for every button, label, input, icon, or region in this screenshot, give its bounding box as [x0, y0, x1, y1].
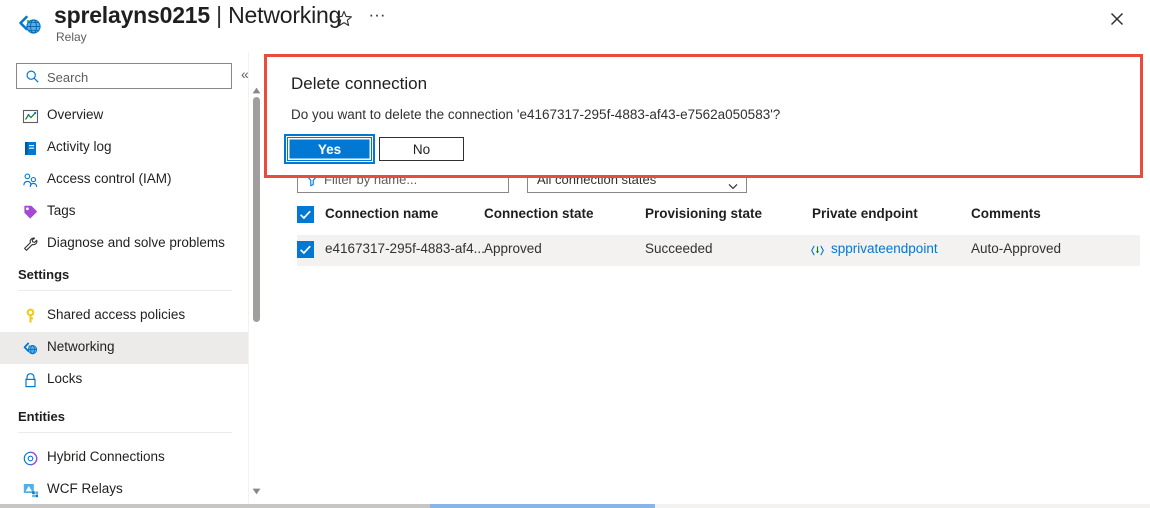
table-header-row: Connection name Connection state Provisi… — [297, 200, 1140, 232]
cell-connection-state: Approved — [484, 241, 542, 256]
relay-icon — [16, 10, 46, 40]
sidebar-item-label: Overview — [47, 107, 104, 122]
scrollbar-thumb[interactable] — [253, 97, 260, 322]
sidebar-item-locks[interactable]: Locks — [0, 364, 248, 396]
sidebar-divider — [18, 432, 232, 433]
sidebar-item-tags[interactable]: Tags — [0, 196, 248, 228]
hybrid-connections-icon — [22, 450, 39, 467]
sidebar-item-label: Networking — [47, 339, 115, 354]
networking-icon — [22, 340, 39, 357]
sidebar-item-wcf-relays[interactable]: WCF Relays — [0, 474, 248, 506]
dialog-message: Do you want to delete the connection 'e4… — [291, 107, 781, 122]
cell-private-endpoint-link[interactable]: spprivateendpoint — [831, 241, 938, 256]
close-icon[interactable] — [1105, 7, 1129, 31]
blade-header: sprelayns0215 | Networking Relay ··· — [0, 0, 1150, 52]
title-block: sprelayns0215 | Networking Relay — [54, 2, 341, 44]
sidebar-divider — [18, 290, 232, 291]
sidebar-scrollbar[interactable] — [248, 52, 263, 504]
horizontal-scrollbar-thumb[interactable] — [0, 504, 430, 508]
key-icon — [22, 308, 39, 325]
sidebar-item-access-control[interactable]: Access control (IAM) — [0, 164, 248, 196]
search-input[interactable] — [45, 64, 229, 90]
delete-connection-dialog: Delete connection Do you want to delete … — [264, 54, 1143, 178]
select-all-checkbox[interactable] — [297, 206, 314, 223]
sidebar-item-label: Diagnose and solve problems — [47, 235, 225, 250]
sidebar-item-label: Access control (IAM) — [47, 171, 172, 186]
search-box[interactable] — [16, 63, 232, 90]
cancel-no-button[interactable]: No — [379, 137, 464, 161]
sidebar-item-networking[interactable]: Networking — [0, 332, 248, 364]
wcf-relays-icon — [22, 482, 39, 499]
row-checkbox[interactable] — [297, 241, 314, 258]
horizontal-scrollbar-accent — [430, 504, 655, 508]
title-separator: | — [209, 2, 229, 28]
private-endpoint-icon — [810, 243, 825, 258]
lock-icon — [22, 372, 39, 389]
sidebar-item-label: Tags — [47, 203, 76, 218]
more-options-button[interactable]: ··· — [366, 6, 388, 30]
page-subtitle: Relay — [56, 30, 87, 44]
column-header-connection-name[interactable]: Connection name — [325, 206, 438, 221]
horizontal-scrollbar[interactable] — [0, 504, 1150, 508]
cell-connection-name: e4167317-295f-4883-af4... — [325, 241, 485, 256]
cell-comments: Auto-Approved — [971, 241, 1062, 256]
scroll-down-arrow-icon[interactable] — [251, 484, 262, 495]
sidebar-item-hybrid-connections[interactable]: Hybrid Connections — [0, 442, 248, 474]
cell-provisioning-state: Succeeded — [645, 241, 713, 256]
sidebar-item-label: Shared access policies — [47, 307, 186, 322]
access-control-icon — [22, 172, 39, 189]
chevron-down-icon — [728, 177, 738, 190]
scroll-up-arrow-icon[interactable] — [251, 83, 262, 94]
blade-name: Networking — [228, 2, 342, 28]
sidebar-item-label: WCF Relays — [47, 481, 123, 496]
sidebar: « Overview Activity log — [0, 52, 263, 506]
column-header-private-endpoint[interactable]: Private endpoint — [812, 206, 918, 221]
column-header-comments[interactable]: Comments — [971, 206, 1041, 221]
tags-icon — [22, 204, 39, 221]
confirm-yes-button[interactable]: Yes — [284, 134, 375, 164]
sidebar-section-entities: Entities — [18, 409, 65, 424]
sidebar-item-diagnose[interactable]: Diagnose and solve problems — [0, 228, 248, 260]
star-outline-icon[interactable] — [333, 8, 355, 30]
table-row[interactable]: e4167317-295f-4883-af4... Approved Succe… — [297, 235, 1140, 266]
sidebar-item-label: Activity log — [47, 139, 112, 154]
column-header-connection-state[interactable]: Connection state — [484, 206, 594, 221]
sidebar-section-settings: Settings — [18, 267, 70, 282]
sidebar-item-label: Locks — [47, 371, 83, 386]
sidebar-item-activity-log[interactable]: Activity log — [0, 132, 248, 164]
overview-icon — [22, 108, 39, 125]
page-title: sprelayns0215 | Networking — [54, 2, 341, 29]
sidebar-item-shared-access-policies[interactable]: Shared access policies — [0, 300, 248, 332]
sidebar-item-overview[interactable]: Overview — [0, 100, 248, 132]
search-icon — [25, 69, 40, 84]
diagnose-icon — [22, 236, 39, 253]
resource-name: sprelayns0215 — [54, 2, 210, 28]
column-header-provisioning-state[interactable]: Provisioning state — [645, 206, 762, 221]
activity-log-icon — [22, 140, 39, 157]
dialog-title: Delete connection — [291, 74, 428, 93]
sidebar-item-label: Hybrid Connections — [47, 449, 165, 464]
